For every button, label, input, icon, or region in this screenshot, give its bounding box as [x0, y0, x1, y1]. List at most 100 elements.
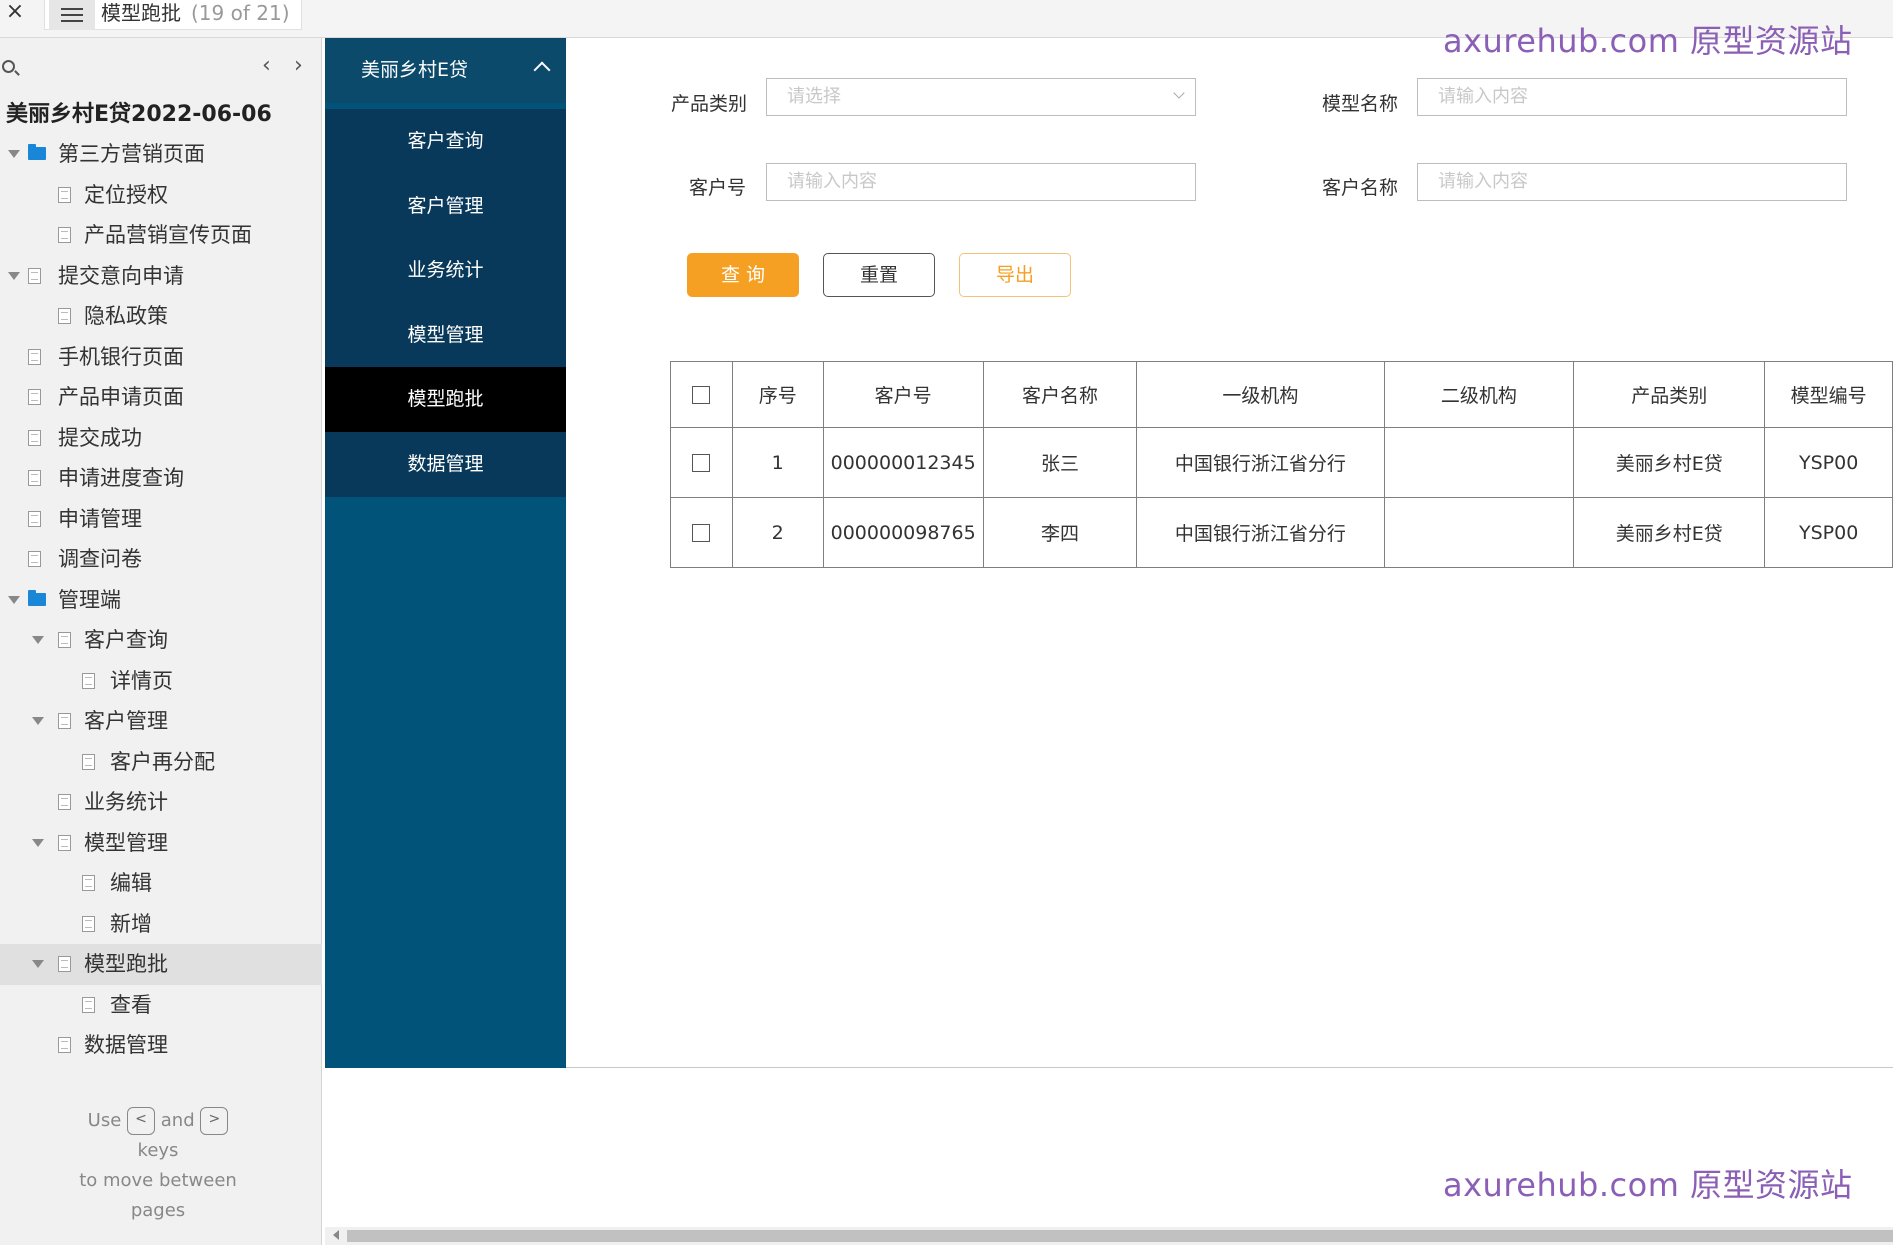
page-icon: [28, 470, 41, 486]
tree-item[interactable]: 详情页: [0, 661, 322, 702]
sidenav-item-customer-manage[interactable]: 客户管理: [325, 174, 566, 239]
tree-item[interactable]: 编辑: [0, 863, 322, 904]
page-icon: [28, 267, 41, 284]
table-cell: 李四: [982, 497, 1138, 568]
expand-caret-icon[interactable]: [32, 838, 44, 847]
tree-item[interactable]: 业务统计: [0, 782, 322, 823]
tree-item[interactable]: 提交意向申请: [0, 256, 322, 297]
tree-item[interactable]: 申请进度查询: [0, 458, 322, 499]
scroll-left-icon[interactable]: [333, 1230, 339, 1240]
expand-caret-icon[interactable]: [32, 960, 44, 968]
sitemap-tree: 第三方营销页面定位授权产品营销宣传页面提交意向申请隐私政策手机银行页面 产品申请页…: [0, 134, 322, 1066]
tree-item[interactable]: 第三方营销页面: [0, 134, 322, 175]
tree-item[interactable]: 模型跑批: [0, 944, 322, 985]
model-name-input[interactable]: 请输入内容: [1417, 78, 1847, 116]
tree-item[interactable]: 产品营销宣传页面: [0, 215, 322, 256]
tree-item[interactable]: 客户查询: [0, 620, 322, 661]
reset-button[interactable]: 重置: [823, 253, 935, 297]
sidenav-item-model-manage[interactable]: 模型管理: [325, 303, 566, 368]
page-icon: [82, 672, 95, 689]
sitemap-toolbar: ‹ ›: [0, 50, 322, 84]
tree-item-label: 调查问卷: [58, 547, 142, 571]
horizontal-scrollbar[interactable]: [325, 1227, 1893, 1245]
tree-item[interactable]: 定位授权: [0, 175, 322, 216]
sidenav-header[interactable]: 美丽乡村E贷: [325, 38, 566, 103]
expand-caret-icon[interactable]: [8, 271, 20, 280]
prev-page-icon[interactable]: ‹: [262, 54, 271, 78]
customer-name-input[interactable]: 请输入内容: [1417, 163, 1847, 201]
tree-item[interactable]: 调查问卷: [0, 539, 322, 580]
close-icon[interactable]: ×: [4, 0, 26, 28]
tree-item-label: 产品申请页面: [58, 385, 184, 409]
tree-item-label: 第三方营销页面: [58, 142, 205, 166]
scrollbar-thumb[interactable]: [347, 1230, 1893, 1242]
folder-icon: [28, 144, 46, 160]
export-button[interactable]: 导出: [959, 253, 1071, 297]
tree-item[interactable]: 手机银行页面: [0, 337, 322, 378]
page-icon: [58, 308, 71, 324]
tree-item-label: 手机银行页面: [58, 344, 184, 369]
sidenav-item-data-manage[interactable]: 数据管理: [325, 432, 566, 497]
table-cell: YSP00: [1764, 427, 1893, 498]
query-button[interactable]: 查 询: [687, 253, 799, 297]
row-checkbox[interactable]: [692, 524, 711, 542]
page-icon: [28, 389, 41, 405]
tree-item[interactable]: 查看: [0, 985, 322, 1026]
tree-item[interactable]: 新增: [0, 904, 322, 945]
sidenav-item-model-batch[interactable]: 模型跑批: [325, 367, 566, 432]
row-checkbox[interactable]: [692, 454, 711, 472]
tree-item-label: 业务统计: [84, 790, 168, 814]
page-icon: [58, 956, 71, 972]
tree-item[interactable]: 数据管理: [0, 1025, 322, 1066]
tree-item[interactable]: 客户再分配: [0, 742, 322, 783]
table-cell: 美丽乡村E贷: [1573, 497, 1766, 568]
tree-item-label: 产品营销宣传页面: [84, 223, 252, 247]
table-cell: 中国银行浙江省分行: [1136, 497, 1385, 568]
tree-item-label: 模型跑批: [84, 952, 168, 976]
page-icon: [58, 713, 71, 729]
tree-item[interactable]: 管理端: [0, 580, 322, 621]
help-and: and: [160, 1110, 195, 1131]
tree-item-label: 提交意向申请: [58, 263, 184, 288]
tree-item-label: 客户再分配: [110, 749, 215, 774]
next-page-icon[interactable]: ›: [294, 54, 303, 78]
table-header-row: 序号 客户号 客户名称 一级机构 二级机构 产品类别 模型编号: [670, 361, 1893, 428]
tree-item-label: 客户管理: [84, 709, 168, 733]
model-name-placeholder: 请输入内容: [1438, 86, 1528, 107]
page-icon: [58, 794, 71, 810]
sitemap-panel: ‹ › 美丽乡村E贷2022-06-06 第三方营销页面 定位授权 产品营销宣传页面…: [0, 38, 322, 1245]
help-pages: pages: [130, 1200, 186, 1221]
expand-caret-icon[interactable]: [8, 595, 20, 604]
product-type-select[interactable]: 请选择: [766, 78, 1196, 116]
search-icon[interactable]: [2, 60, 15, 73]
table-cell: 美丽乡村E贷: [1573, 427, 1766, 498]
table-cell: 张三: [982, 427, 1138, 498]
expand-caret-icon[interactable]: [32, 636, 44, 644]
page-icon: [82, 915, 95, 932]
tree-item[interactable]: 客户管理: [0, 701, 322, 742]
sidenav-item-customer-query[interactable]: 客户查询: [325, 109, 566, 174]
sidenav-item-business-stats[interactable]: 业务统计: [325, 238, 566, 303]
tree-item[interactable]: 模型管理: [0, 823, 322, 864]
expand-caret-icon[interactable]: [32, 717, 44, 725]
keyboard-help: Use < and > keys to move between pages: [0, 1106, 316, 1226]
table-row: 2 000000098765 李四 中国银行浙江省分行 美丽乡村E贷 YSP00: [670, 497, 1893, 568]
customer-no-input[interactable]: 请输入内容: [766, 163, 1196, 201]
select-all-checkbox[interactable]: [692, 386, 711, 404]
tree-item-label: 客户查询: [84, 628, 168, 652]
menu-icon[interactable]: [49, 0, 95, 30]
tree-item-label: 隐私政策: [84, 304, 168, 328]
table-cell: 000000098765: [822, 497, 984, 568]
expand-caret-icon[interactable]: [8, 150, 20, 158]
table-cell: 2: [731, 497, 824, 568]
tree-item[interactable]: 申请管理: [0, 499, 322, 540]
page-icon: [58, 834, 71, 851]
row-select-cell: [670, 497, 733, 568]
prototype-frame: 美丽乡村E贷 客户查询 客户管理 业务统计 模型管理 模型跑批 数据管理 产品类…: [325, 38, 1893, 1068]
tree-item[interactable]: 产品申请页面: [0, 377, 322, 418]
tree-item[interactable]: 提交成功: [0, 418, 322, 459]
help-keys: keys: [137, 1140, 179, 1161]
chevron-down-icon: [1173, 87, 1185, 99]
tree-item[interactable]: 隐私政策: [0, 296, 322, 337]
customer-no-placeholder: 请输入内容: [787, 171, 877, 192]
